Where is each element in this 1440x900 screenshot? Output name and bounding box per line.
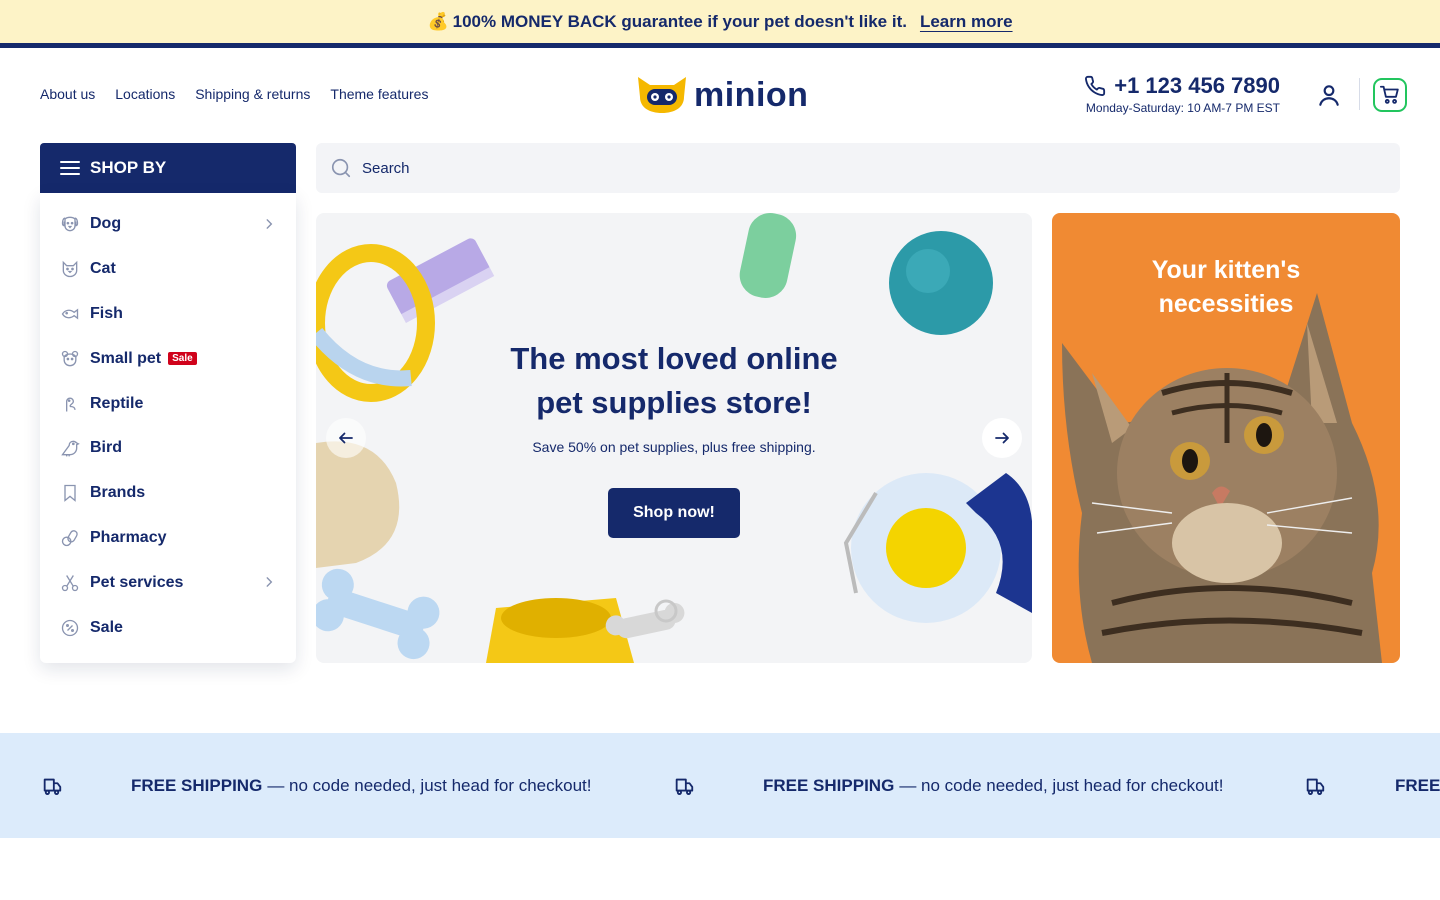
truck-icon [43, 778, 62, 795]
category-sale[interactable]: Sale [40, 605, 296, 650]
category-label: Small pet [90, 349, 162, 367]
promo-title: Your kitten's necessities [1052, 253, 1400, 321]
nav-link-shipping-returns[interactable]: Shipping & returns [195, 86, 310, 102]
account-icon[interactable] [1316, 82, 1342, 108]
category-brands[interactable]: Brands [40, 471, 296, 516]
category-fish[interactable]: Fish [40, 292, 296, 337]
arrow-left-icon [339, 432, 353, 444]
shop-by-header[interactable]: SHOP BY [40, 143, 296, 193]
learn-more-link[interactable]: Learn more [920, 12, 1013, 32]
percent-icon [60, 618, 80, 638]
hero-subtitle: Save 50% on pet supplies, plus free ship… [532, 439, 816, 455]
business-hours: Monday-Saturday: 10 AM-7 PM EST [1085, 101, 1280, 115]
phone-number[interactable]: +1 123 456 7890 [1114, 73, 1280, 99]
search-bar[interactable] [316, 143, 1400, 193]
shipping-message: FREE SHIPPING — no code needed, just hea… [131, 733, 591, 838]
arrow-right-icon [995, 432, 1009, 444]
money-bag-icon: 💰 [427, 11, 449, 31]
pharmacy-icon [60, 528, 80, 548]
truck-icon [675, 778, 694, 795]
category-cat[interactable]: Cat [40, 247, 296, 292]
search-input[interactable] [362, 159, 1262, 177]
promo-title-line-1: Your kitten's [1151, 256, 1301, 284]
free-shipping-strip: FREE SHIPPING — no code needed, just hea… [0, 733, 1440, 838]
search-icon [331, 158, 351, 178]
shipping-bold: FREE SHIPPING [131, 775, 263, 795]
category-small-pet[interactable]: Small pet Sale [40, 336, 296, 381]
category-pharmacy[interactable]: Pharmacy [40, 516, 296, 561]
hero-title: The most loved online pet supplies store… [316, 337, 1032, 425]
hero-title-line-2: pet supplies store! [536, 385, 812, 420]
category-label: Dog [90, 215, 122, 233]
cart-button[interactable] [1373, 78, 1407, 112]
shop-by-title: SHOP BY [90, 158, 167, 177]
fish-icon [60, 304, 80, 324]
nav-link-locations[interactable]: Locations [115, 86, 175, 102]
shop-now-button[interactable]: Shop now! [608, 488, 740, 538]
category-pet-services[interactable]: Pet services [40, 560, 296, 605]
category-dog[interactable]: Dog [40, 202, 296, 247]
hero-banner: The most loved online pet supplies store… [316, 213, 1032, 663]
shipping-text: — no code needed, just head for checkout… [899, 775, 1224, 795]
bird-icon [60, 438, 80, 458]
reptile-icon [60, 394, 80, 414]
nav-link-about-us[interactable]: About us [40, 86, 95, 102]
shipping-message: FREE SHIPPING — no code needed, just hea… [763, 733, 1223, 838]
announcement-text: 100% MONEY BACK guarantee if your pet do… [452, 11, 907, 31]
header-divider [1359, 78, 1360, 110]
category-label: Brands [90, 484, 146, 502]
category-label: Fish [90, 304, 123, 322]
category-reptile[interactable]: Reptile [40, 381, 296, 426]
small-pet-icon [60, 349, 80, 369]
logo[interactable]: minion [634, 75, 808, 115]
cart-icon [1379, 85, 1399, 104]
category-label: Sale [90, 618, 123, 636]
chevron-right-icon [266, 219, 273, 229]
kitten-promo-card[interactable]: Your kitten's necessities [1052, 213, 1400, 663]
dog-icon [60, 214, 80, 234]
hero-product-illustration [316, 213, 1032, 663]
carousel-prev-button[interactable] [326, 418, 366, 458]
bookmark-icon [60, 483, 80, 503]
truck-icon [1306, 778, 1325, 795]
top-nav: About us Locations Shipping & returns Th… [40, 86, 428, 102]
sale-badge: Sale [168, 352, 197, 366]
announcement-bar: 💰 100% MONEY BACK guarantee if your pet … [0, 0, 1440, 43]
category-bird[interactable]: Bird [40, 426, 296, 471]
hero-title-line-1: The most loved online [510, 341, 838, 376]
category-label: Pharmacy [90, 528, 167, 546]
category-label: Reptile [90, 394, 144, 412]
logo-text: minion [694, 75, 809, 114]
menu-icon [60, 161, 80, 175]
logo-mark-icon [638, 77, 686, 113]
category-label: Bird [90, 439, 122, 457]
scissors-icon [60, 573, 80, 593]
phone-icon [1085, 75, 1106, 96]
promo-title-line-2: necessities [1158, 290, 1294, 318]
category-label: Pet services [90, 573, 184, 591]
category-list: Dog Cat Fish Small pet Sale Reptile Bird [40, 193, 296, 663]
shipping-message-cut: FREE [1395, 733, 1440, 838]
site-header: About us Locations Shipping & returns Th… [0, 48, 1440, 143]
category-label: Cat [90, 260, 116, 278]
carousel-next-button[interactable] [982, 418, 1022, 458]
shipping-bold: FREE SHIPPING [763, 775, 895, 795]
contact-block: +1 123 456 7890 Monday-Saturday: 10 AM-7… [1080, 73, 1280, 115]
nav-link-theme-features[interactable]: Theme features [330, 86, 428, 102]
cat-icon [60, 259, 80, 279]
chevron-right-icon [266, 577, 273, 588]
shipping-text: — no code needed, just head for checkout… [267, 775, 592, 795]
shipping-bold: FREE [1395, 775, 1440, 795]
